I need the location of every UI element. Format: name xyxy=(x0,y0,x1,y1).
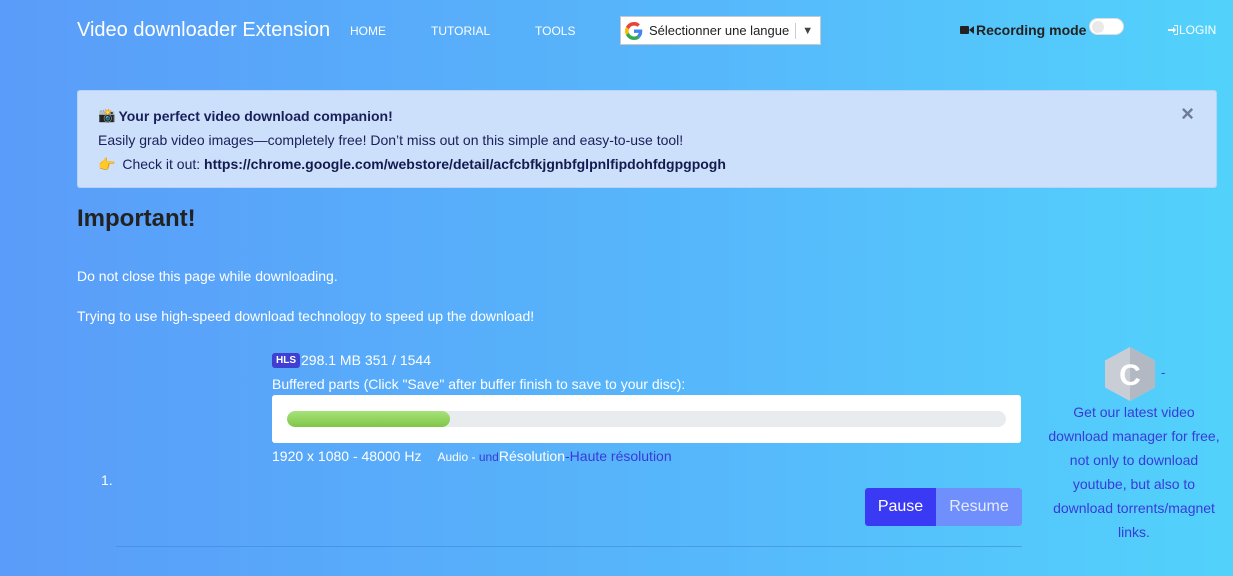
nav-home-link[interactable]: HOME xyxy=(350,24,386,38)
pointing-hand-emoji-icon: 👉 xyxy=(98,156,116,172)
progress-card xyxy=(272,395,1021,443)
google-g-icon xyxy=(625,21,643,40)
login-link[interactable]: LOGIN xyxy=(1168,23,1216,37)
toggle-knob xyxy=(1092,21,1104,33)
pause-button[interactable]: Pause xyxy=(865,488,936,526)
chevron-down-icon: ▼ xyxy=(802,24,814,37)
recording-mode-label: Recording mode xyxy=(960,22,1086,38)
select-divider xyxy=(795,22,797,39)
buffered-parts-label: Buffered parts (Click "Save" after buffe… xyxy=(272,376,686,392)
download-stats: HLS 298.1 MB 351 / 1544 xyxy=(272,352,431,368)
c-logo-icon[interactable]: C xyxy=(1105,347,1155,401)
alert-description: Easily grab video images—completely free… xyxy=(98,132,684,148)
audio-language-link[interactable]: und xyxy=(479,450,499,464)
promo-alert: 📸 Your perfect video download companion!… xyxy=(77,90,1217,188)
alert-title: 📸 Your perfect video download companion! xyxy=(98,107,393,124)
login-label: LOGIN xyxy=(1179,23,1217,37)
promo-dash: - xyxy=(1161,365,1166,380)
recording-mode-text: Recording mode xyxy=(976,22,1087,38)
page-heading: Important! xyxy=(77,205,196,232)
hls-badge: HLS xyxy=(272,352,300,368)
resolution-label: Résolution xyxy=(498,448,565,464)
sign-in-icon xyxy=(1168,25,1178,35)
audio-label: Audio - und xyxy=(437,450,498,464)
speed-info-text: Trying to use high-speed download techno… xyxy=(77,308,535,324)
alert-link-prefix: Check it out: xyxy=(122,156,205,172)
language-select-label: Sélectionner une langue xyxy=(649,23,790,38)
language-select[interactable]: Sélectionner une langue ▼ xyxy=(620,16,821,45)
divider xyxy=(116,546,1022,547)
high-resolution-link[interactable]: Haute résolution xyxy=(570,448,672,464)
top-navbar: Video downloader Extension HOME TUTORIAL… xyxy=(0,0,1233,60)
media-info: 1920 x 1080 - 48000 Hz Audio - und Résol… xyxy=(272,448,672,464)
audio-text: Audio - xyxy=(437,450,479,464)
progress-bar-fill xyxy=(287,411,451,427)
list-item-number: 1. xyxy=(101,472,113,488)
nav-tools-link[interactable]: TOOLS xyxy=(535,24,575,38)
nav-tutorial-link[interactable]: TUTORIAL xyxy=(431,24,490,38)
download-size-parts: 298.1 MB 351 / 1544 xyxy=(301,352,431,368)
progress-bar xyxy=(287,411,1006,427)
alert-title-text: Your perfect video download companion! xyxy=(118,107,393,124)
resolution-hz: 1920 x 1080 - 48000 Hz xyxy=(272,448,422,464)
video-camera-icon xyxy=(960,26,974,34)
brand-link[interactable]: Video downloader Extension xyxy=(77,19,330,42)
alert-link-line: 👉 Check it out: https://chrome.google.co… xyxy=(98,156,726,173)
camera-emoji-icon: 📸 xyxy=(98,107,116,123)
close-icon[interactable]: × xyxy=(1181,103,1194,125)
resume-button[interactable]: Resume xyxy=(936,488,1022,526)
download-manager-promo-link[interactable]: Get our latest video download manager fo… xyxy=(1046,400,1222,544)
warning-text: Do not close this page while downloading… xyxy=(77,268,338,284)
svg-text:C: C xyxy=(1119,359,1141,392)
chrome-store-link[interactable]: https://chrome.google.com/webstore/detai… xyxy=(204,156,726,172)
recording-mode-toggle[interactable] xyxy=(1089,18,1124,35)
